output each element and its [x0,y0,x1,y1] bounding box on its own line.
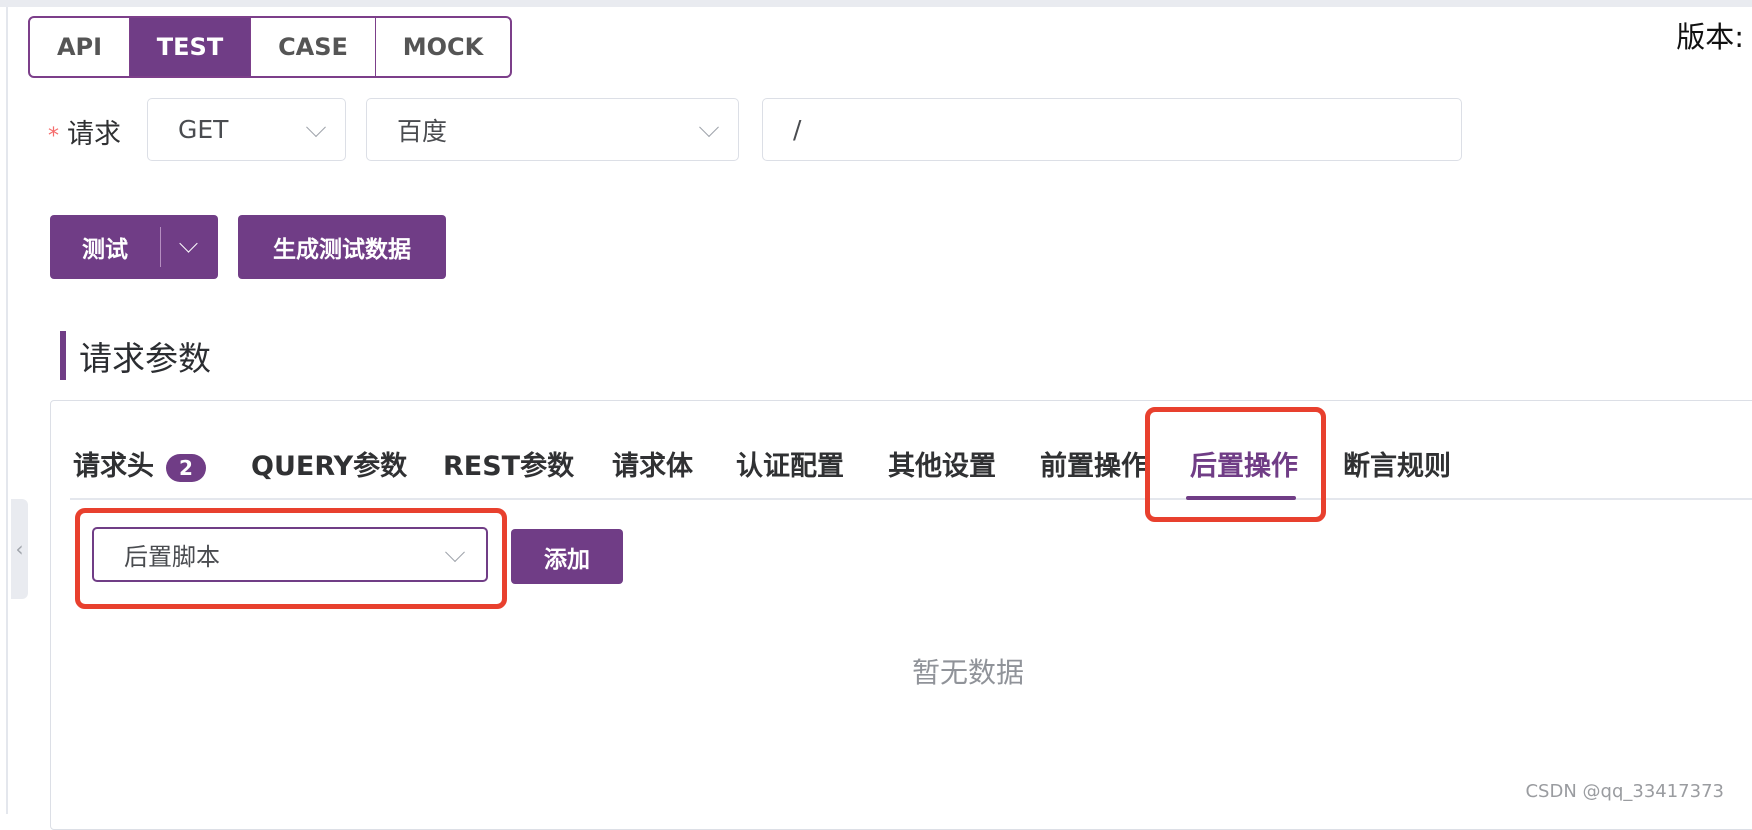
required-marker: * [48,124,59,149]
test-button-label: 测试 [82,237,128,263]
tab-request-body[interactable]: 请求体 [612,444,693,483]
tab-other-settings[interactable]: 其他设置 [888,444,996,483]
add-button[interactable]: 添加 [511,529,623,584]
left-rail [6,7,8,814]
request-label: * 请求 [48,112,121,151]
count-badge: 2 [166,453,206,482]
mode-tabs: API TEST CASE MOCK [28,16,512,78]
top-strip [0,0,1752,7]
method-value: GET [178,115,229,144]
environment-select[interactable]: 百度 [366,98,739,161]
highlight-box-post-actions-tab [1145,407,1326,522]
chevron-left-icon: ‹ [15,537,24,561]
request-label-text: 请求 [67,119,121,150]
tab-label: 请求头 [73,451,154,482]
chevron-down-icon [699,116,719,137]
split-divider [160,227,161,267]
sidebar-collapse-handle[interactable]: ‹ [11,499,28,599]
tabs-baseline [70,498,1752,500]
tab-rest-params[interactable]: REST参数 [443,444,574,483]
watermark: CSDN @qq_33417373 [1525,781,1724,802]
path-value: / [793,115,802,144]
tab-test[interactable]: TEST [130,18,251,76]
tab-mock[interactable]: MOCK [376,18,510,76]
chevron-down-icon[interactable] [179,234,198,253]
test-split-button[interactable]: 测试 [50,215,218,279]
highlight-box-post-script-select [75,508,507,609]
section-title: 请求参数 [79,339,211,378]
version-label: 版本: [1676,20,1744,54]
tab-case[interactable]: CASE [251,18,376,76]
environment-value: 百度 [397,116,448,146]
empty-state-text: 暂无数据 [912,656,1025,689]
tab-api[interactable]: API [30,18,130,76]
tab-auth-config[interactable]: 认证配置 [736,444,844,483]
section-accent-bar [60,331,66,380]
path-input[interactable]: / [762,98,1462,161]
tab-query-params[interactable]: QUERY参数 [251,444,407,483]
tab-assertion-rules[interactable]: 断言规则 [1343,444,1451,483]
tab-pre-actions[interactable]: 前置操作 [1040,444,1148,483]
generate-test-data-button[interactable]: 生成测试数据 [238,215,446,279]
method-select[interactable]: GET [147,98,346,161]
tab-request-headers[interactable]: 请求头 2 [73,444,206,483]
chevron-down-icon [306,116,326,137]
